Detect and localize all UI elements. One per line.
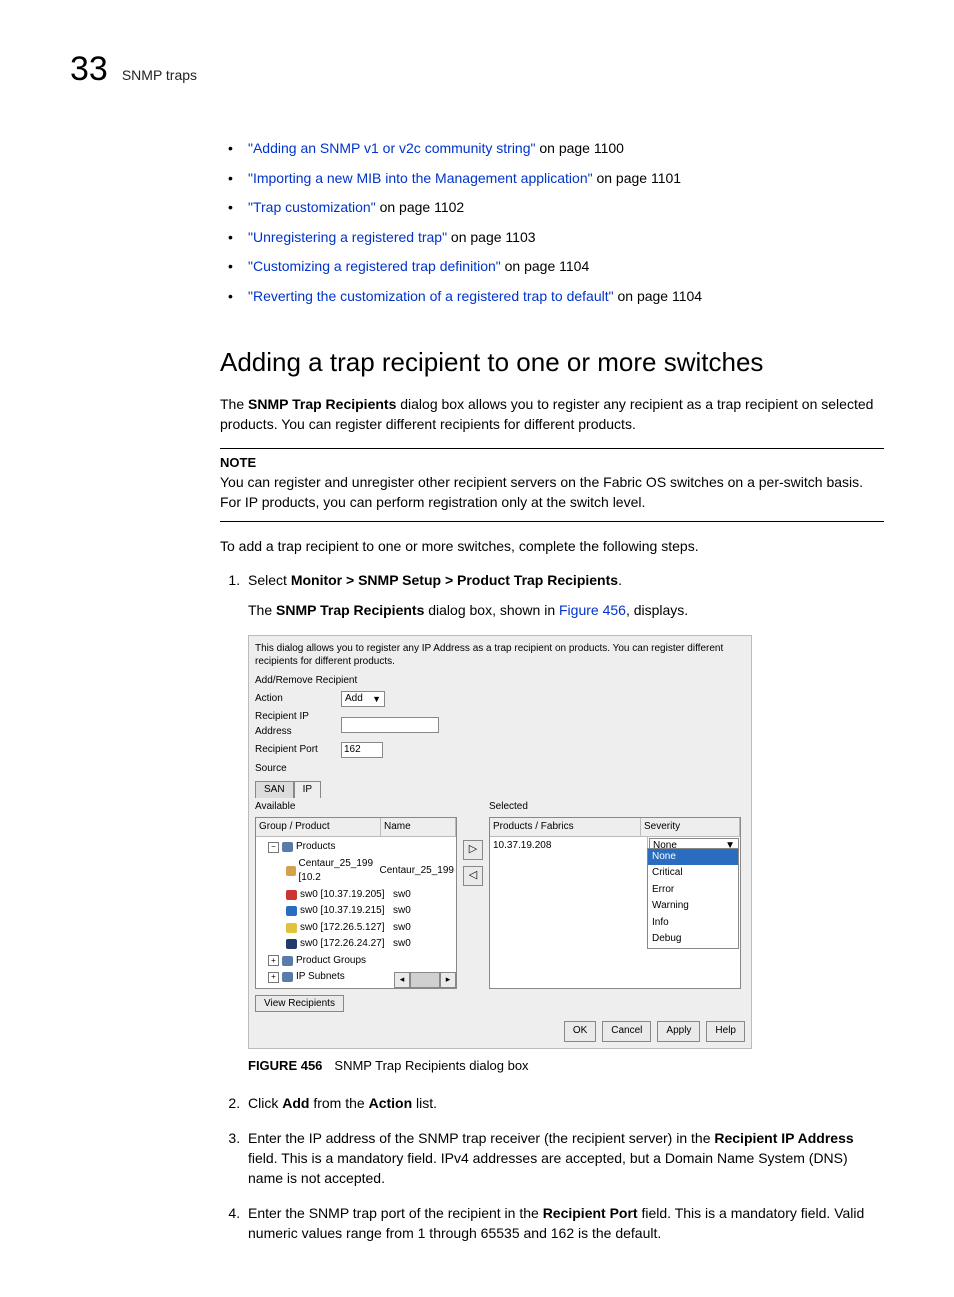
xref-link[interactable]: "Importing a new MIB into the Management… bbox=[248, 170, 593, 186]
products-icon bbox=[282, 842, 293, 852]
col-severity: Severity bbox=[641, 818, 740, 837]
product-groups-icon bbox=[282, 956, 293, 966]
step-2: Click Add from the Action list. bbox=[244, 1093, 884, 1113]
procedure-steps: Select Monitor > SNMP Setup > Product Tr… bbox=[220, 570, 884, 1243]
switch-icon bbox=[286, 890, 297, 900]
collapse-icon[interactable]: − bbox=[268, 842, 279, 853]
recipient-port-label: Recipient Port bbox=[255, 743, 335, 758]
intro-paragraph: The SNMP Trap Recipients dialog box allo… bbox=[220, 394, 884, 435]
snmp-trap-recipients-dialog: This dialog allows you to register any I… bbox=[248, 635, 752, 1049]
step-3: Enter the IP address of the SNMP trap re… bbox=[244, 1128, 884, 1189]
severity-options-list[interactable]: None Critical Error Warning Info Debug bbox=[647, 848, 739, 949]
col-name: Name bbox=[381, 818, 456, 837]
selected-label: Selected bbox=[489, 800, 741, 815]
xref-suffix: on page 1100 bbox=[535, 140, 624, 156]
xref-link[interactable]: "Adding an SNMP v1 or v2c community stri… bbox=[248, 140, 535, 156]
col-group-product: Group / Product bbox=[256, 818, 381, 837]
available-label: Available bbox=[255, 800, 457, 815]
cross-reference-list: "Adding an SNMP v1 or v2c community stri… bbox=[220, 139, 884, 307]
step-1: Select Monitor > SNMP Setup > Product Tr… bbox=[244, 570, 884, 1075]
recipient-ip-input[interactable] bbox=[341, 717, 439, 733]
xref-link[interactable]: "Trap customization" bbox=[248, 199, 376, 215]
chevron-down-icon: ▼ bbox=[372, 693, 381, 706]
ok-button[interactable]: OK bbox=[564, 1021, 596, 1042]
recipient-port-input[interactable]: 162 bbox=[341, 742, 383, 758]
chapter-number: 33 bbox=[70, 50, 108, 89]
xref-suffix: on page 1104 bbox=[501, 258, 590, 274]
xref-suffix: on page 1103 bbox=[447, 229, 536, 245]
ip-subnets-icon bbox=[282, 972, 293, 982]
recipient-ip-label: Recipient IP Address bbox=[255, 710, 335, 739]
note-label: NOTE bbox=[220, 455, 884, 470]
selected-product: 10.37.19.208 bbox=[490, 837, 647, 856]
expand-icon[interactable]: + bbox=[268, 972, 279, 983]
section-heading: Adding a trap recipient to one or more s… bbox=[220, 347, 884, 378]
move-right-button[interactable]: ▷ bbox=[463, 840, 483, 860]
switch-icon bbox=[286, 939, 297, 949]
xref-link[interactable]: "Unregistering a registered trap" bbox=[248, 229, 447, 245]
col-products-fabrics: Products / Fabrics bbox=[490, 818, 641, 837]
tab-ip[interactable]: IP bbox=[294, 781, 321, 799]
xref-link[interactable]: "Reverting the customization of a regist… bbox=[248, 288, 614, 304]
expand-icon[interactable]: + bbox=[268, 955, 279, 966]
note-body: You can register and unregister other re… bbox=[220, 472, 884, 513]
available-list[interactable]: Group / Product Name −Products Centaur_2… bbox=[255, 817, 457, 989]
tab-san[interactable]: SAN bbox=[255, 781, 294, 799]
xref-suffix: on page 1104 bbox=[614, 288, 703, 304]
switch-icon bbox=[286, 923, 297, 933]
fabric-icon bbox=[286, 866, 296, 876]
figure-ref-link[interactable]: Figure 456 bbox=[559, 602, 626, 618]
xref-suffix: on page 1102 bbox=[376, 199, 465, 215]
help-button[interactable]: Help bbox=[706, 1021, 745, 1042]
page-header: 33 SNMP traps bbox=[70, 50, 884, 89]
move-left-button[interactable]: ◁ bbox=[463, 866, 483, 886]
add-remove-section-label: Add/Remove Recipient bbox=[255, 674, 745, 689]
figure-caption: FIGURE 456SNMP Trap Recipients dialog bo… bbox=[248, 1057, 884, 1076]
switch-icon bbox=[286, 906, 297, 916]
xref-suffix: on page 1101 bbox=[593, 170, 682, 186]
xref-link[interactable]: "Customizing a registered trap definitio… bbox=[248, 258, 501, 274]
source-label: Source bbox=[255, 762, 745, 777]
horizontal-scrollbar[interactable]: ◂▸ bbox=[394, 972, 456, 988]
section-title: SNMP traps bbox=[122, 67, 197, 83]
step-4: Enter the SNMP trap port of the recipien… bbox=[244, 1203, 884, 1244]
selected-list[interactable]: Products / Fabrics Severity 10.37.19.208… bbox=[489, 817, 741, 989]
note-block: NOTE You can register and unregister oth… bbox=[220, 448, 884, 522]
action-label: Action bbox=[255, 692, 335, 707]
lead-paragraph: To add a trap recipient to one or more s… bbox=[220, 536, 884, 556]
apply-button[interactable]: Apply bbox=[657, 1021, 700, 1042]
cancel-button[interactable]: Cancel bbox=[602, 1021, 651, 1042]
view-recipients-button[interactable]: View Recipients bbox=[255, 995, 344, 1012]
action-dropdown[interactable]: Add▼ bbox=[341, 691, 385, 707]
dialog-description: This dialog allows you to register any I… bbox=[255, 642, 745, 668]
